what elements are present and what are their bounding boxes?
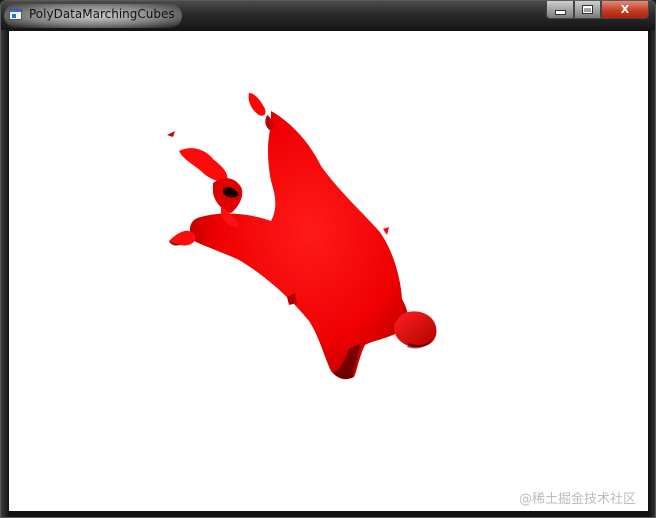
surface-top-spike	[248, 93, 266, 116]
app-window: PolyDataMarchingCubes X @稀土掘金技术社区	[0, 0, 656, 518]
minimize-button[interactable]	[546, 1, 574, 19]
maximize-icon	[582, 5, 593, 14]
surface-head	[394, 311, 437, 348]
surface-debris	[383, 227, 389, 235]
close-icon: X	[620, 3, 630, 16]
title-bar[interactable]: PolyDataMarchingCubes X	[1, 1, 655, 30]
render-viewport[interactable]: @稀土掘金技术社区	[9, 31, 648, 511]
minimize-icon	[554, 10, 566, 15]
close-button[interactable]: X	[601, 1, 649, 19]
surface-arm-fragment	[179, 148, 228, 182]
surface-debris	[167, 131, 175, 137]
surface-body	[189, 111, 408, 379]
vtk-window-icon[interactable]	[9, 9, 22, 20]
maximize-button[interactable]	[574, 1, 601, 19]
window-title: PolyDataMarchingCubes	[29, 7, 175, 21]
watermark: @稀土掘金技术社区	[518, 492, 636, 507]
marching-cubes-surface	[167, 93, 437, 380]
caption-buttons: X	[546, 1, 649, 21]
